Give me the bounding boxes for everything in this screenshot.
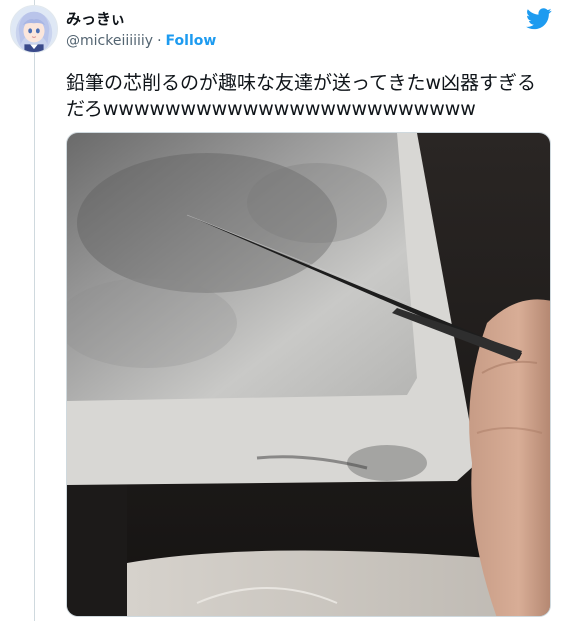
tweet-photo[interactable] <box>66 132 551 617</box>
tweet-text: 鉛筆の芯削るのが趣味な友達が送ってきたw凶器すぎるだろwwwwwwwwwwwww… <box>66 72 537 120</box>
pencil-lead-photo <box>67 133 550 616</box>
follow-button[interactable]: Follow <box>166 33 217 49</box>
display-name[interactable]: みっきぃ <box>66 8 125 29</box>
thread-line <box>34 0 35 621</box>
tweet-card: みっきぃ @mickeiiiiiiy · Follow 鉛筆の芯削るのが趣味な友達が… <box>0 0 566 621</box>
avatar[interactable] <box>10 5 58 53</box>
twitter-bird-icon[interactable] <box>526 8 552 30</box>
user-handle[interactable]: @mickeiiiiiiy <box>66 33 153 49</box>
handle-row: @mickeiiiiiiy · Follow <box>66 33 216 49</box>
avatar-image <box>11 6 57 52</box>
separator-dot: · <box>157 33 162 49</box>
